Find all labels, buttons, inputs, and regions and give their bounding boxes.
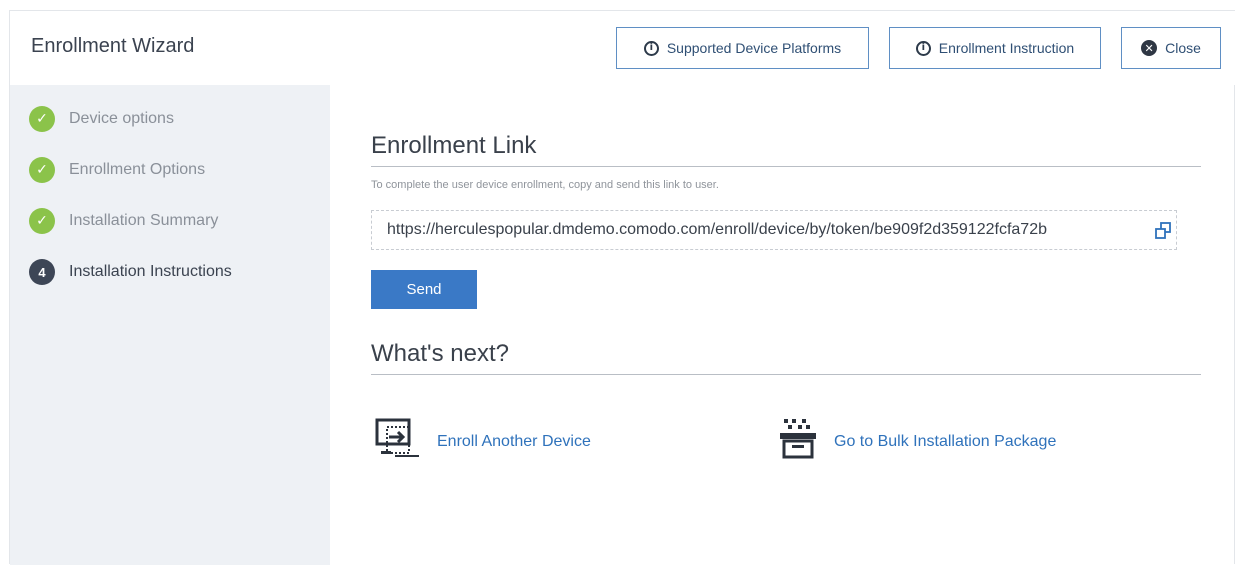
wizard-steps-sidebar: ✓ Device options ✓ Enrollment Options ✓ … (10, 85, 330, 565)
wizard-header: Enrollment Wizard i Supported Device Pla… (10, 11, 1235, 85)
enrollment-link-heading: Enrollment Link (371, 132, 537, 159)
close-button[interactable]: ✕ Close (1121, 27, 1221, 69)
close-icon: ✕ (1141, 40, 1158, 56)
info-icon: i (643, 40, 659, 56)
step-installation-summary[interactable]: ✓ Installation Summary (29, 208, 218, 234)
step-device-options[interactable]: ✓ Device options (29, 106, 174, 132)
bulk-package-icon (776, 417, 820, 466)
send-button[interactable]: Send (371, 270, 477, 309)
whats-next-heading: What's next? (371, 340, 509, 367)
step-label: Installation Instructions (69, 263, 232, 280)
bulk-installation-package-link[interactable]: Go to Bulk Installation Package (834, 433, 1056, 451)
copy-icon[interactable] (1152, 220, 1174, 242)
heading-divider (371, 166, 1201, 167)
wizard-title: Enrollment Wizard (31, 35, 195, 57)
step-label: Device options (69, 110, 174, 127)
main-content: Enrollment Link To complete the user dev… (371, 85, 1201, 459)
step-installation-instructions[interactable]: 4 Installation Instructions (29, 259, 232, 285)
enrollment-link-note: To complete the user device enrollment, … (371, 179, 719, 191)
supported-platforms-label: Supported Device Platforms (666, 40, 842, 56)
check-icon: ✓ (29, 106, 55, 132)
close-label: Close (1165, 40, 1201, 56)
enrollment-link-field[interactable]: https://herculespopular.dmdemo.comodo.co… (371, 210, 1177, 250)
enrollment-link-text: https://herculespopular.dmdemo.comodo.co… (387, 221, 1047, 238)
step-enrollment-options[interactable]: ✓ Enrollment Options (29, 157, 205, 183)
step-label: Installation Summary (69, 212, 219, 229)
enroll-another-device-action[interactable]: Enroll Another Device (375, 417, 591, 466)
enroll-device-icon (375, 417, 423, 466)
enroll-another-device-link[interactable]: Enroll Another Device (437, 433, 591, 451)
enrollment-wizard-dialog: Enrollment Wizard i Supported Device Pla… (9, 10, 1235, 565)
supported-platforms-button[interactable]: i Supported Device Platforms (616, 27, 869, 69)
enrollment-instruction-button[interactable]: i Enrollment Instruction (889, 27, 1101, 69)
step-label: Enrollment Options (69, 161, 206, 178)
check-icon: ✓ (29, 157, 55, 183)
enrollment-instruction-label: Enrollment Instruction (938, 40, 1075, 56)
whats-next-divider (371, 374, 1201, 375)
step-number-badge: 4 (29, 259, 55, 285)
info-icon: i (915, 40, 931, 56)
check-icon: ✓ (29, 208, 55, 234)
bulk-installation-package-action[interactable]: Go to Bulk Installation Package (776, 417, 1056, 466)
